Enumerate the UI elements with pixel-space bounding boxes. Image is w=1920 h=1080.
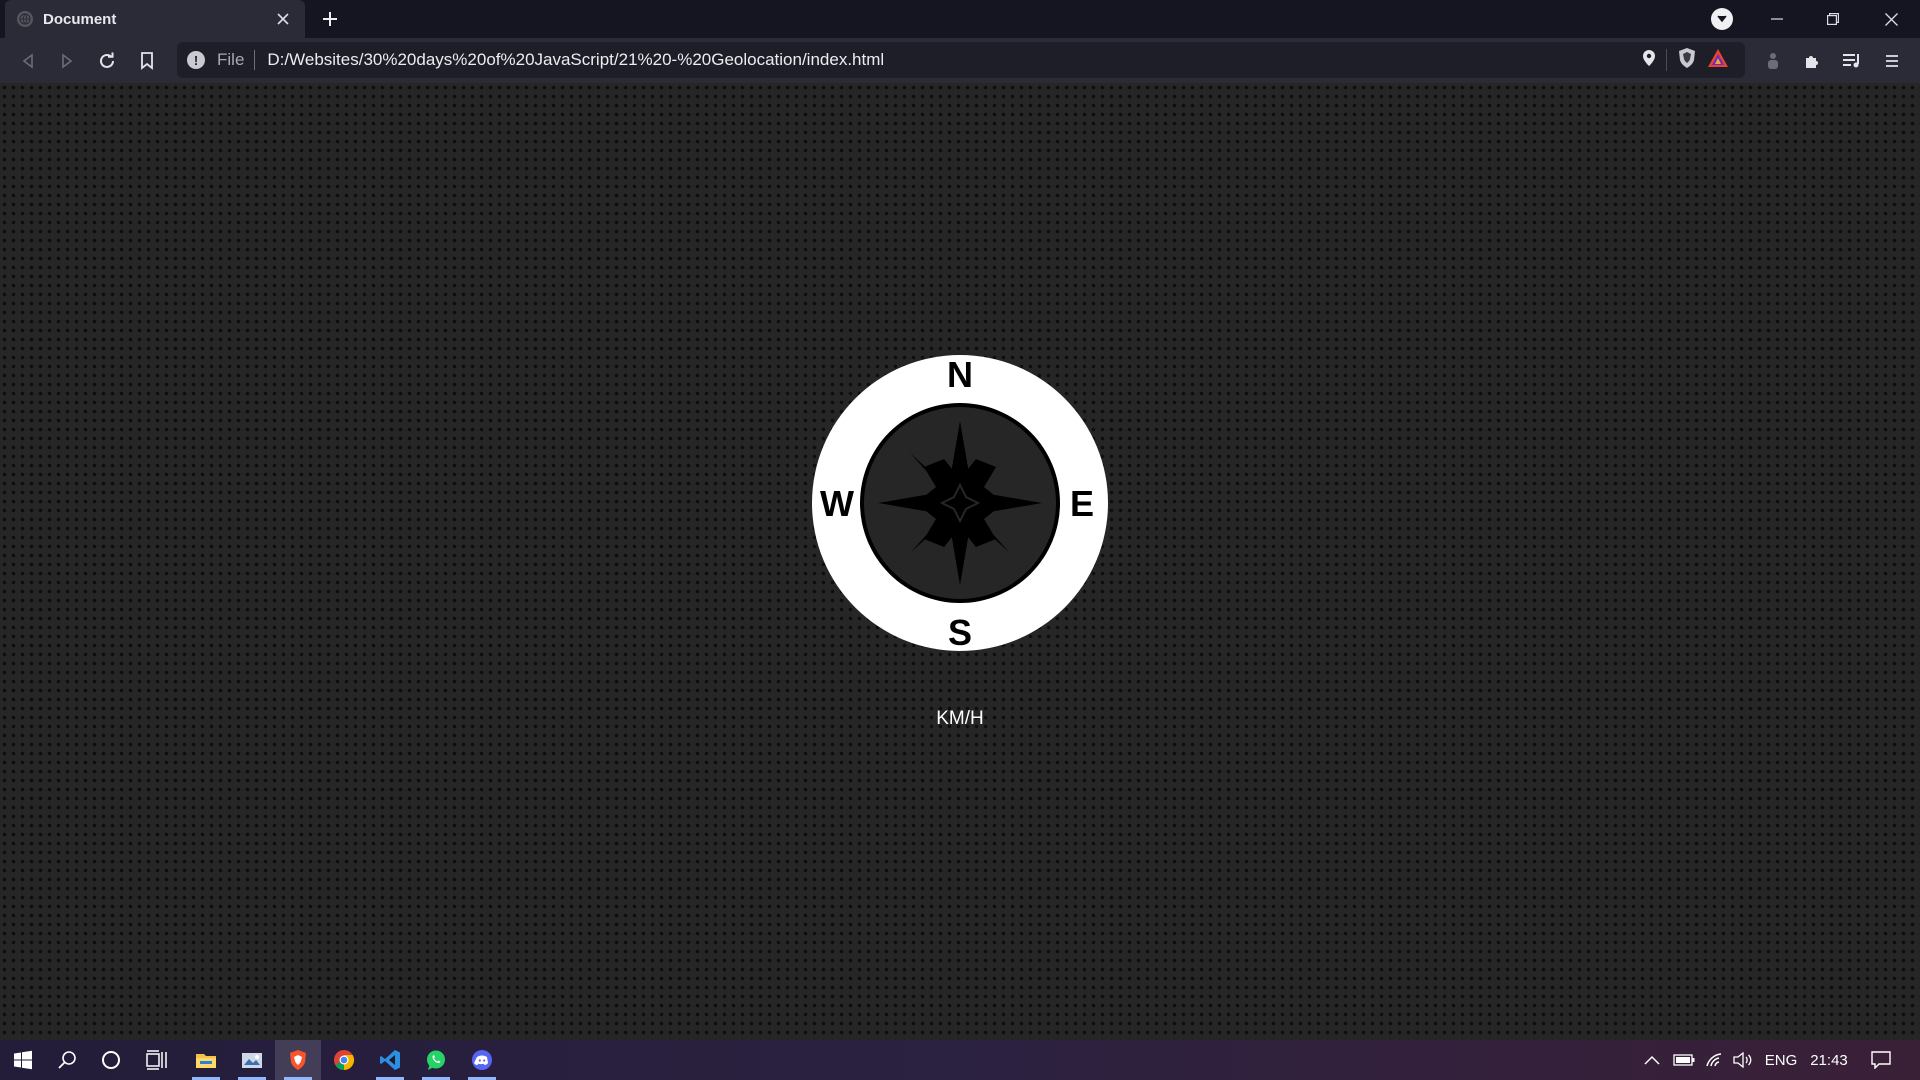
reload-icon[interactable] [94, 48, 120, 74]
chevron-up-icon[interactable] [1640, 1040, 1664, 1080]
speed-unit-label: KM/H [936, 708, 984, 729]
restore-icon[interactable] [1805, 0, 1861, 38]
clock-time[interactable]: 21:43 [1804, 1040, 1854, 1080]
compass-south-label: S [948, 612, 972, 651]
compass-north-label: N [947, 355, 973, 395]
tab-title: Document [43, 10, 117, 28]
taskbar-app-vscode[interactable] [367, 1040, 413, 1080]
divider [1666, 49, 1667, 71]
volume-icon[interactable] [1729, 1040, 1755, 1080]
new-tab-icon[interactable] [318, 7, 342, 31]
notifications-icon[interactable] [1864, 1040, 1898, 1080]
taskbar-app-discord[interactable] [459, 1040, 505, 1080]
compass-icon: N S W E [812, 355, 1108, 651]
tab-search-icon[interactable] [1711, 8, 1733, 30]
search-icon[interactable] [44, 1040, 90, 1080]
extension-icon[interactable] [1760, 48, 1786, 74]
media-playlist-icon[interactable] [1839, 48, 1865, 74]
menu-icon[interactable] [1879, 48, 1905, 74]
address-bar-actions [1642, 47, 1729, 74]
browser-toolbar: ! File D:/Websites/30%20days%20of%20Java… [0, 38, 1920, 83]
wifi-icon[interactable] [1702, 1040, 1726, 1080]
browser-tab-strip: Document [0, 0, 1920, 38]
back-icon[interactable] [15, 48, 41, 74]
battery-icon[interactable] [1670, 1040, 1698, 1080]
close-tab-icon[interactable] [273, 9, 293, 29]
compass-east-label: E [1070, 483, 1094, 524]
url-separator [254, 50, 256, 70]
minimize-icon[interactable] [1749, 0, 1805, 38]
cortana-icon[interactable] [88, 1040, 134, 1080]
browser-tab[interactable]: Document [5, 0, 305, 38]
location-pin-icon[interactable] [1642, 49, 1656, 72]
taskbar-app-brave[interactable] [275, 1040, 321, 1080]
windows-start-icon[interactable] [0, 1040, 46, 1080]
url-scheme-label: File [217, 50, 245, 69]
url-text[interactable]: D:/Websites/30%20days%20of%20JavaScript/… [267, 50, 1642, 70]
page-content: N S W E KM/H [0, 83, 1920, 1040]
taskbar-app-chrome[interactable] [321, 1040, 367, 1080]
task-view-icon[interactable] [134, 1040, 180, 1080]
address-bar[interactable]: ! File D:/Websites/30%20days%20of%20Java… [177, 42, 1745, 78]
bookmark-icon[interactable] [134, 48, 160, 74]
language-indicator[interactable]: ENG [1760, 1040, 1802, 1080]
site-info-icon[interactable]: ! [187, 51, 205, 69]
windows-taskbar: ENG 21:43 [0, 1040, 1920, 1080]
taskbar-app-photos[interactable] [229, 1040, 275, 1080]
compass-west-label: W [820, 483, 854, 524]
forward-icon[interactable] [54, 48, 80, 74]
close-window-icon[interactable] [1863, 0, 1919, 38]
taskbar-app-file-explorer[interactable] [183, 1040, 229, 1080]
brave-shields-icon[interactable] [1677, 47, 1697, 74]
globe-icon [17, 11, 33, 27]
puzzle-icon[interactable] [1799, 48, 1825, 74]
brave-rewards-icon[interactable] [1707, 48, 1729, 73]
taskbar-app-whatsapp[interactable] [413, 1040, 459, 1080]
